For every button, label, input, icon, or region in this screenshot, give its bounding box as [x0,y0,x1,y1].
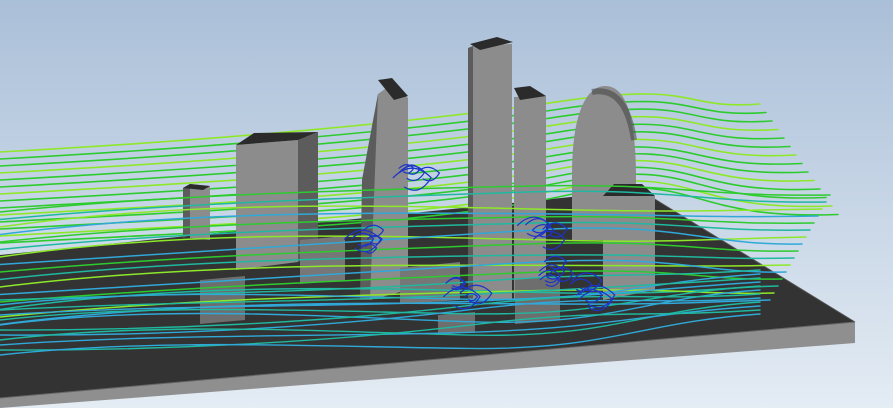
building-west-small [183,184,210,240]
building-tall-tower [468,37,513,300]
cfd-scene [0,0,893,408]
cfd-viewport[interactable] [0,0,893,408]
building-front-slab [603,184,655,300]
